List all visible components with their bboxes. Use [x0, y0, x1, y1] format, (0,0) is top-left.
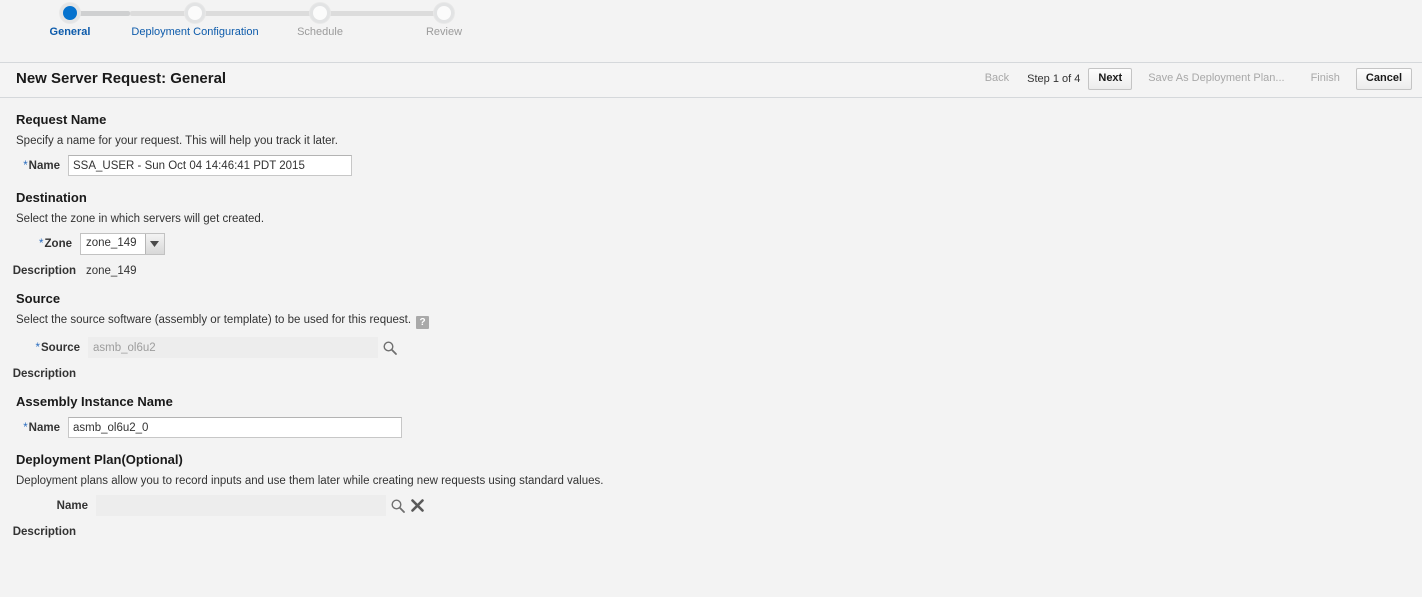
page-header: New Server Request: General Back Step 1 …	[0, 62, 1422, 98]
deployment-plan-control	[96, 495, 425, 516]
required-marker-source: *	[35, 341, 40, 354]
deployment-plan-name-label: Name	[56, 499, 88, 512]
assembly-instance-heading: Assembly Instance Name	[16, 394, 173, 409]
zone-description-value: zone_149	[86, 265, 137, 277]
zone-description-row: Description zone_149	[0, 265, 1422, 277]
train-circle-deployment-configuration[interactable]	[185, 3, 205, 23]
source-description-text: Select the source software (assembly or …	[16, 314, 412, 326]
train-connector-3	[320, 11, 445, 16]
zone-select-value: zone_149	[86, 237, 137, 249]
train-circle-general[interactable]	[60, 3, 80, 23]
save-as-deployment-plan-button[interactable]: Save As Deployment Plan...	[1138, 68, 1294, 90]
required-marker: *	[23, 159, 28, 172]
deployment-plan-clear-icon[interactable]	[410, 498, 425, 513]
assembly-instance-field-row: *Name	[0, 417, 1422, 438]
request-name-description: Specify a name for your request. This wi…	[16, 135, 338, 147]
section-request-name: Request Name Specify a name for your req…	[0, 112, 1422, 176]
deployment-plan-search-icon[interactable]	[390, 498, 406, 514]
next-button[interactable]: Next	[1088, 68, 1133, 90]
deployment-plan-description: Deployment plans allow you to record inp…	[16, 475, 604, 487]
request-name-field-row: *Name	[0, 155, 1422, 176]
train-steps: General Deployment Configuration Schedul…	[0, 0, 1422, 62]
wizard-train: General Deployment Configuration Schedul…	[0, 0, 1422, 62]
finish-button[interactable]: Finish	[1301, 68, 1350, 90]
deployment-plan-description-label: Description	[12, 526, 76, 538]
step-indicator: Step 1 of 4	[1027, 73, 1081, 85]
source-label-text: Source	[41, 341, 80, 354]
required-marker-zone: *	[39, 238, 44, 250]
destination-description: Select the zone in which servers will ge…	[16, 213, 265, 225]
source-description-label: Description	[12, 368, 76, 380]
zone-label-text: Zone	[44, 238, 72, 250]
assembly-instance-control	[68, 417, 402, 438]
cancel-button[interactable]: Cancel	[1355, 68, 1412, 90]
section-assembly-instance-name: Assembly Instance Name *Name	[0, 394, 1422, 438]
train-circle-schedule	[310, 3, 330, 23]
source-search-icon[interactable]	[382, 340, 398, 356]
deployment-plan-heading: Deployment Plan(Optional)	[16, 452, 183, 467]
zone-description-label: Description	[12, 265, 76, 277]
source-field-row: *Source	[0, 337, 1422, 358]
deployment-plan-field-row: Name	[0, 495, 1422, 516]
back-button[interactable]: Back	[975, 68, 1019, 90]
source-heading: Source	[16, 291, 61, 306]
required-marker-assembly: *	[23, 421, 28, 434]
assembly-instance-name-label: *Name	[0, 422, 60, 434]
request-name-label-text: Name	[28, 159, 60, 172]
source-label: *Source	[0, 342, 80, 354]
zone-field-row: *Zone zone_149	[0, 233, 1422, 255]
source-description-row: Description	[0, 368, 1422, 380]
source-control	[88, 337, 398, 358]
train-circle-review	[434, 3, 454, 23]
deployment-plan-description-row: Description	[0, 526, 1422, 538]
request-name-input[interactable]	[68, 155, 352, 176]
zone-select[interactable]: zone_149	[80, 233, 165, 255]
zone-control: zone_149	[80, 233, 165, 255]
source-input[interactable]	[88, 337, 378, 358]
form-body: Request Name Specify a name for your req…	[0, 98, 1422, 538]
source-description: Select the source software (assembly or …	[16, 314, 1422, 329]
assembly-instance-name-label-text: Name	[28, 421, 60, 434]
deployment-plan-name-input[interactable]	[96, 495, 386, 516]
request-name-heading: Request Name	[16, 112, 107, 127]
wizard-actions: Back Step 1 of 4 Next Save As Deployment…	[975, 68, 1412, 90]
zone-label: *Zone	[0, 238, 72, 250]
destination-heading: Destination	[16, 190, 87, 205]
section-source: Source Select the source software (assem…	[0, 291, 1422, 380]
request-name-control	[68, 155, 352, 176]
chevron-down-icon[interactable]	[144, 234, 164, 254]
page-title: New Server Request: General	[16, 70, 227, 87]
train-label-review: Review	[425, 26, 463, 38]
section-deployment-plan: Deployment Plan(Optional) Deployment pla…	[0, 452, 1422, 538]
section-destination: Destination Select the zone in which ser…	[0, 190, 1422, 277]
request-name-label: *Name	[0, 160, 60, 172]
assembly-instance-name-input[interactable]	[68, 417, 402, 438]
help-icon[interactable]: ?	[416, 316, 430, 329]
train-connector-2	[195, 11, 320, 16]
